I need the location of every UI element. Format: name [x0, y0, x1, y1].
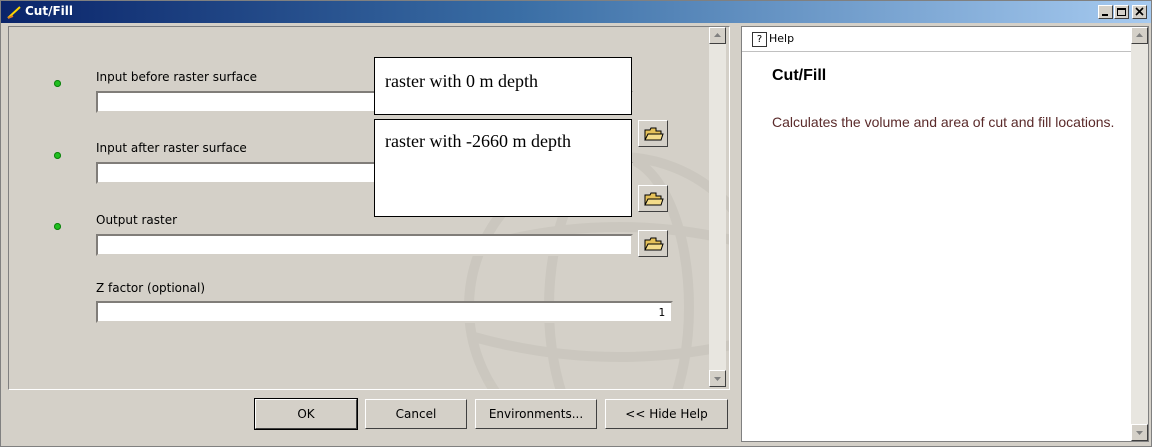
- param-label: Input before raster surface: [96, 70, 258, 84]
- required-indicator: [54, 80, 61, 87]
- browse-output-button[interactable]: [638, 230, 668, 257]
- close-button[interactable]: [1132, 5, 1147, 19]
- annotation-before: raster with 0 m depth: [374, 57, 632, 115]
- environments-button[interactable]: Environments...: [475, 399, 597, 429]
- help-scrollbar[interactable]: [1131, 27, 1148, 441]
- folder-open-icon: [644, 127, 664, 141]
- help-header: ? Help: [742, 27, 1132, 52]
- arrow-up-icon: [1136, 33, 1143, 37]
- browse-before-button[interactable]: [638, 120, 668, 147]
- required-indicator: [54, 152, 61, 159]
- help-header-label: Help: [769, 32, 795, 45]
- title-bar[interactable]: Cut/Fill: [1, 1, 1151, 23]
- parameters-scrollbar[interactable]: [709, 27, 726, 387]
- scroll-down-button[interactable]: [709, 370, 726, 387]
- arrow-down-icon: [1136, 431, 1143, 435]
- tool-icon: [7, 6, 21, 19]
- window-title: Cut/Fill: [25, 4, 74, 18]
- output-raster-field[interactable]: [96, 234, 633, 256]
- browse-after-button[interactable]: [638, 185, 668, 212]
- help-title: Cut/Fill: [772, 67, 827, 84]
- parameters-panel: Input before raster surface Input after …: [8, 26, 730, 390]
- cut-fill-dialog: Cut/Fill Input before raster surface Inp…: [0, 0, 1152, 447]
- param-label: Input after raster surface: [96, 141, 247, 155]
- maximize-icon: [1117, 8, 1126, 16]
- maximize-button[interactable]: [1114, 5, 1129, 19]
- folder-open-icon: [644, 237, 664, 251]
- close-icon: [1135, 7, 1144, 16]
- scroll-up-button[interactable]: [1131, 27, 1148, 44]
- cancel-button[interactable]: Cancel: [365, 399, 467, 429]
- scroll-up-button[interactable]: [709, 27, 726, 44]
- arrow-down-icon: [714, 377, 721, 381]
- param-label: Output raster: [96, 213, 178, 227]
- hide-help-button[interactable]: << Hide Help: [605, 399, 728, 429]
- arrow-up-icon: [714, 33, 721, 37]
- help-icon: ?: [752, 32, 767, 47]
- annotation-after: raster with -2660 m depth: [374, 119, 632, 217]
- folder-open-icon: [644, 192, 664, 206]
- minimize-button[interactable]: [1098, 5, 1113, 19]
- required-indicator: [54, 223, 61, 230]
- help-description: Calculates the volume and area of cut an…: [772, 114, 1115, 130]
- ok-button[interactable]: OK: [254, 398, 358, 430]
- param-label: Z factor (optional): [96, 281, 206, 295]
- scroll-down-button[interactable]: [1131, 424, 1148, 441]
- minimize-icon: [1102, 14, 1108, 16]
- z-factor-field[interactable]: 1: [96, 301, 673, 323]
- help-panel: ? Help Cut/Fill Calculates the volume an…: [741, 26, 1149, 442]
